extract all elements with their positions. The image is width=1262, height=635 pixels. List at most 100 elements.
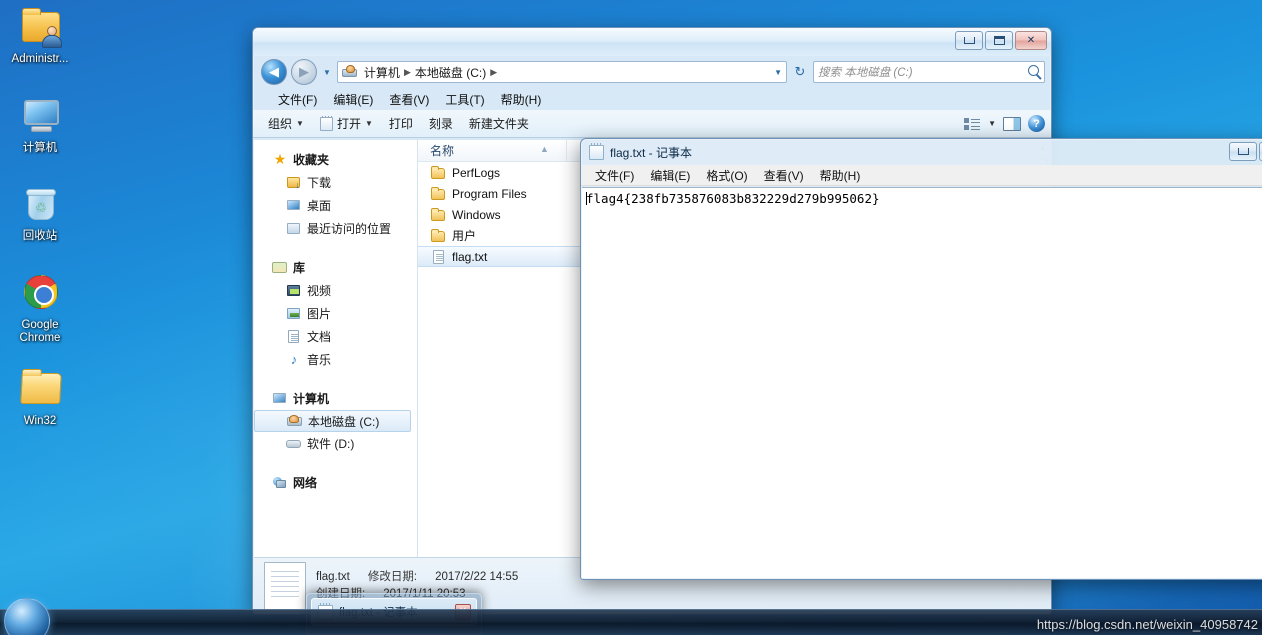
desktop-icon-administrator[interactable]: Administr... [2,6,78,66]
notepad-window[interactable]: flag.txt - 记事本 ✕ 文件(F) 编辑(E) 格式(O) 查看(V)… [580,138,1262,580]
breadcrumb-dropdown-icon[interactable]: ▼ [774,68,782,77]
menu-view[interactable]: 查看(V) [382,89,436,110]
navigation-pane[interactable]: ★ 收藏夹 下载 桌面 最近访问的位置 [254,140,418,558]
sidebar-label: 桌面 [307,199,332,213]
menu-help[interactable]: 帮助(H) [494,89,549,110]
details-modified-value: 2017/2/22 14:55 [435,570,519,583]
recent-pages-dropdown-icon[interactable]: ▼ [321,68,333,77]
sidebar-item-network[interactable]: 网络 [254,471,417,494]
chevron-down-icon: ▼ [296,119,304,128]
menu-file[interactable]: 文件(F) [271,89,324,110]
notepad-menu-file[interactable]: 文件(F) [587,165,642,186]
computer-icon [272,391,288,406]
help-icon[interactable]: ? [1028,115,1045,132]
sidebar-item-computer[interactable]: 计算机 [254,387,417,410]
notepad-text-area[interactable]: flag4{238fb735876083b832229d279b995062} [582,187,1262,578]
notepad-file-icon [319,115,333,131]
file-name: flag.txt [452,249,488,264]
taskbar[interactable] [0,598,1262,635]
desktop-icon-computer[interactable]: 计算机 [2,95,78,155]
breadcrumb-item-computer[interactable]: 计算机 [361,64,403,81]
sidebar-item-recent-places[interactable]: 最近访问的位置 [254,217,417,240]
menu-tools[interactable]: 工具(T) [438,89,491,110]
change-view-icon[interactable] [964,117,981,131]
notepad-menu-edit[interactable]: 编辑(E) [642,165,698,186]
sidebar-label: 网络 [293,476,318,490]
open-label: 打开 [336,117,361,131]
notepad-window-controls[interactable]: ✕ [1229,142,1262,161]
explorer-toolbar[interactable]: 组织 ▼ 打开 ▼ 打印 刻录 新建文件夹 ▼ ? [253,110,1051,138]
forward-button[interactable]: ▶ [291,59,317,85]
preview-pane-icon[interactable] [1003,116,1021,131]
sidebar-item-pictures[interactable]: 图片 [254,302,417,325]
notepad-menubar[interactable]: 文件(F) 编辑(E) 格式(O) 查看(V) 帮助(H) [581,165,1262,186]
text-file-icon [430,249,446,265]
sidebar-item-downloads[interactable]: 下载 [254,171,417,194]
sidebar-label: 下载 [307,176,332,190]
user-folder-icon [16,6,64,50]
start-button[interactable] [4,598,50,635]
sidebar-item-desktop[interactable]: 桌面 [254,194,417,217]
sidebar-item-videos[interactable]: 视频 [254,279,417,302]
desktop-icon-recycle-bin[interactable]: ♲ 回收站 [2,183,78,243]
chevron-down-icon: ▼ [364,119,373,128]
drive-icon [341,65,358,79]
sidebar-label: 计算机 [293,392,330,406]
burn-button[interactable]: 刻录 [422,112,460,135]
explorer-minimize-button[interactable] [955,31,983,50]
explorer-window-controls[interactable]: ✕ [955,31,1047,50]
search-input[interactable]: 搜索 本地磁盘 (C:) [813,61,1045,83]
notepad-menu-view[interactable]: 查看(V) [756,165,812,186]
sidebar-item-libraries[interactable]: 库 [254,256,417,279]
favorites-group: ★ 收藏夹 下载 桌面 最近访问的位置 [254,148,417,240]
video-icon [286,283,302,298]
menu-edit[interactable]: 编辑(E) [326,89,380,110]
file-name: Program Files [452,186,527,201]
column-divider[interactable] [566,140,567,161]
breadcrumb-item-local-disk[interactable]: 本地磁盘 (C:) [412,64,489,81]
new-folder-button[interactable]: 新建文件夹 [462,112,536,135]
sidebar-item-local-disk-c[interactable]: 本地磁盘 (C:) [254,410,411,432]
details-modified-label: 修改日期: [367,570,418,583]
folder-icon [430,165,446,181]
sidebar-label: 收藏夹 [293,153,330,167]
desktop-icon-win32[interactable]: Win32 [2,368,78,428]
desktop-icon-label: Administr... [11,53,69,65]
explorer-menubar[interactable]: 文件(F) 编辑(E) 查看(V) 工具(T) 帮助(H) [253,88,1051,110]
sidebar-item-software-d[interactable]: 软件 (D:) [254,432,417,455]
music-note-icon: ♪ [290,352,298,367]
sidebar-item-favorites[interactable]: ★ 收藏夹 [254,148,417,171]
folder-icon [430,228,446,244]
notepad-menu-format[interactable]: 格式(O) [698,165,755,186]
notepad-titlebar[interactable]: flag.txt - 记事本 ✕ [581,139,1262,165]
sidebar-item-music[interactable]: ♪ 音乐 [254,348,417,371]
file-name: 用户 [452,229,477,243]
refresh-button[interactable]: ↻ [791,64,809,80]
explorer-maximize-button[interactable] [985,31,1013,50]
desktop-icon-label: Google Chrome [19,319,61,344]
print-button[interactable]: 打印 [382,112,420,135]
desktop[interactable]: Administr... 计算机 ♲ 回收站 Google Chrome Win… [0,0,1262,635]
sidebar-item-documents[interactable]: 文档 [254,325,417,348]
desktop-icon-google-chrome[interactable]: Google Chrome [2,272,78,345]
sidebar-label: 库 [293,261,306,275]
explorer-close-button[interactable]: ✕ [1015,31,1047,50]
desktop-icon [286,198,302,213]
recycle-bin-icon: ♲ [16,183,64,227]
folder-icon [430,186,446,202]
explorer-titlebar[interactable]: ✕ [253,28,1051,56]
notepad-minimize-button[interactable] [1229,142,1257,161]
explorer-toolbar-right[interactable]: ▼ ? [964,115,1045,132]
organize-button[interactable]: 组织 ▼ [261,112,311,135]
view-dropdown-icon[interactable]: ▼ [988,119,996,128]
back-button[interactable]: ◀ [261,59,287,85]
computer-group: 计算机 本地磁盘 (C:) 软件 (D:) [254,387,417,455]
folder-icon [16,368,64,412]
open-button[interactable]: 打开 ▼ [313,112,380,135]
breadcrumb[interactable]: 计算机 ▶ 本地磁盘 (C:) ▶ ▼ [336,61,787,83]
downloads-icon [286,175,302,190]
sidebar-label: 软件 (D:) [307,437,355,451]
explorer-address-bar[interactable]: ◀ ▶ ▼ 计算机 ▶ 本地磁盘 (C:) ▶ ▼ ↻ 搜索 本地磁盘 (C:) [253,56,1051,88]
notepad-menu-help[interactable]: 帮助(H) [812,165,869,186]
